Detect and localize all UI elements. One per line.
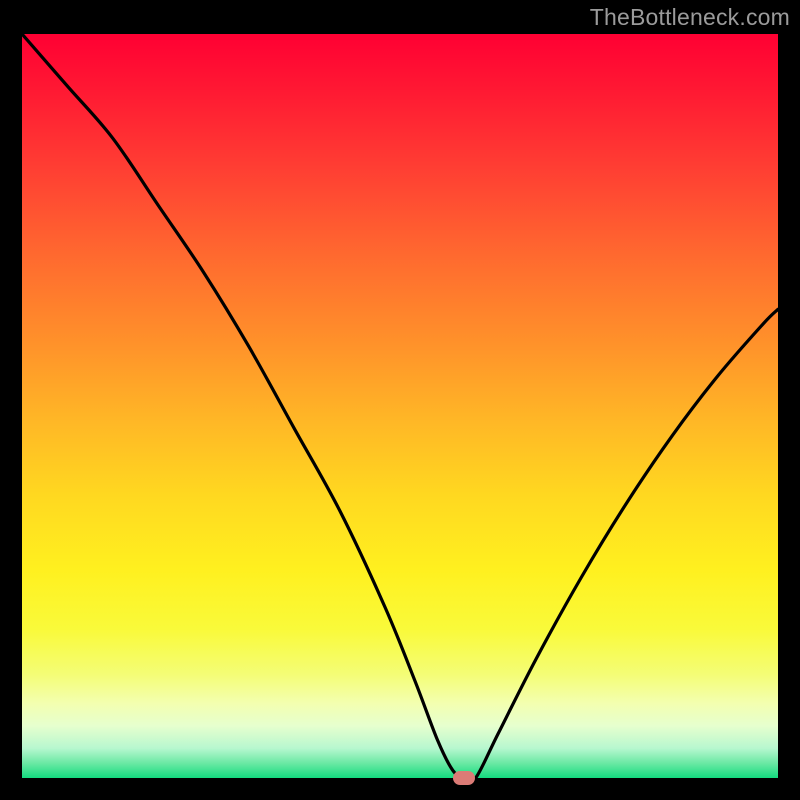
chart-frame: TheBottleneck.com [0,0,800,800]
attribution-text: TheBottleneck.com [590,4,790,31]
plot-area [22,34,778,778]
bottleneck-curve [22,34,778,778]
optimal-point-marker [453,771,475,785]
